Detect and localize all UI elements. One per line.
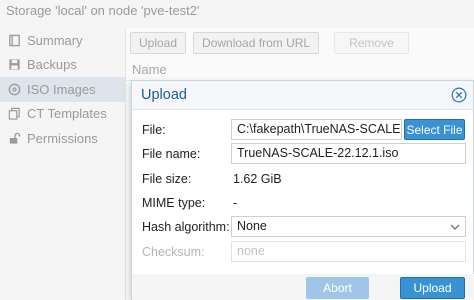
sidebar-item-label: Summary [27,32,83,48]
sidebar-item-label: ISO Images [27,81,96,97]
sidebar-item-permissions[interactable]: Permissions [0,126,125,151]
download-from-url-button[interactable]: Download from URL [193,32,320,54]
dialog-footer: Abort Upload [132,274,474,300]
abort-button[interactable]: Abort [306,277,369,299]
floppy-icon [8,58,21,71]
sidebar-item-label: Backups [27,57,77,73]
hash-algorithm-select[interactable]: None [231,216,466,237]
hash-row: Hash algorithm: None [132,216,474,240]
checksum-label: Checksum: [142,245,205,259]
mime-value: - [233,196,238,210]
hash-label: Hash algorithm: [142,220,230,234]
window-title: Storage 'local' on node 'pve-test2' [0,0,474,24]
dialog-title: Upload [141,87,187,103]
sidebar-item-summary[interactable]: Summary [0,28,125,53]
dialog-header: Upload [132,81,473,110]
filename-input[interactable]: TrueNAS-SCALE-22.12.1.iso [231,143,466,164]
close-icon[interactable] [451,87,467,103]
column-header-name[interactable]: Name [132,62,167,77]
sidebar: Summary Backups ISO Images CT Templates … [0,28,125,300]
filename-row: File name: TrueNAS-SCALE-22.12.1.iso [132,143,474,167]
toolbar: Upload Download from URL Remove [126,28,474,58]
file-row: File: C:\fakepath\TrueNAS-SCALE-22.12.1.… [132,119,474,143]
upload-toolbar-button[interactable]: Upload [130,32,187,54]
hash-selected-value: None [237,219,267,233]
sidebar-item-label: Permissions [27,130,98,146]
upload-button[interactable]: Upload [400,277,465,299]
file-label: File: [142,123,166,137]
checksum-input[interactable]: none [231,241,466,262]
sidebar-item-iso-images[interactable]: ISO Images [0,77,125,102]
file-path-field[interactable]: C:\fakepath\TrueNAS-SCALE-22.12.1.iso [231,119,402,140]
unlock-icon [8,132,21,145]
filesize-row: File size: 1.62 GiB [132,168,474,192]
sidebar-item-label: CT Templates [27,106,107,122]
filesize-label: File size: [142,172,192,186]
filesize-value: 1.62 GiB [233,172,282,186]
select-file-button[interactable]: Select File [404,119,465,140]
checksum-row: Checksum: none [132,241,474,265]
mime-label: MIME type: [142,196,206,210]
remove-button[interactable]: Remove [334,32,409,54]
disc-icon [8,83,21,96]
mime-row: MIME type: - [132,192,474,216]
book-icon [8,34,21,47]
upload-dialog: Upload File: C:\fakepath\TrueNAS-SCALE-2… [131,80,474,300]
sidebar-item-ct-templates[interactable]: CT Templates [0,102,125,127]
filename-label: File name: [142,147,201,161]
chevron-down-icon[interactable] [449,221,461,233]
sidebar-item-backups[interactable]: Backups [0,53,125,78]
copy-icon [8,107,21,120]
